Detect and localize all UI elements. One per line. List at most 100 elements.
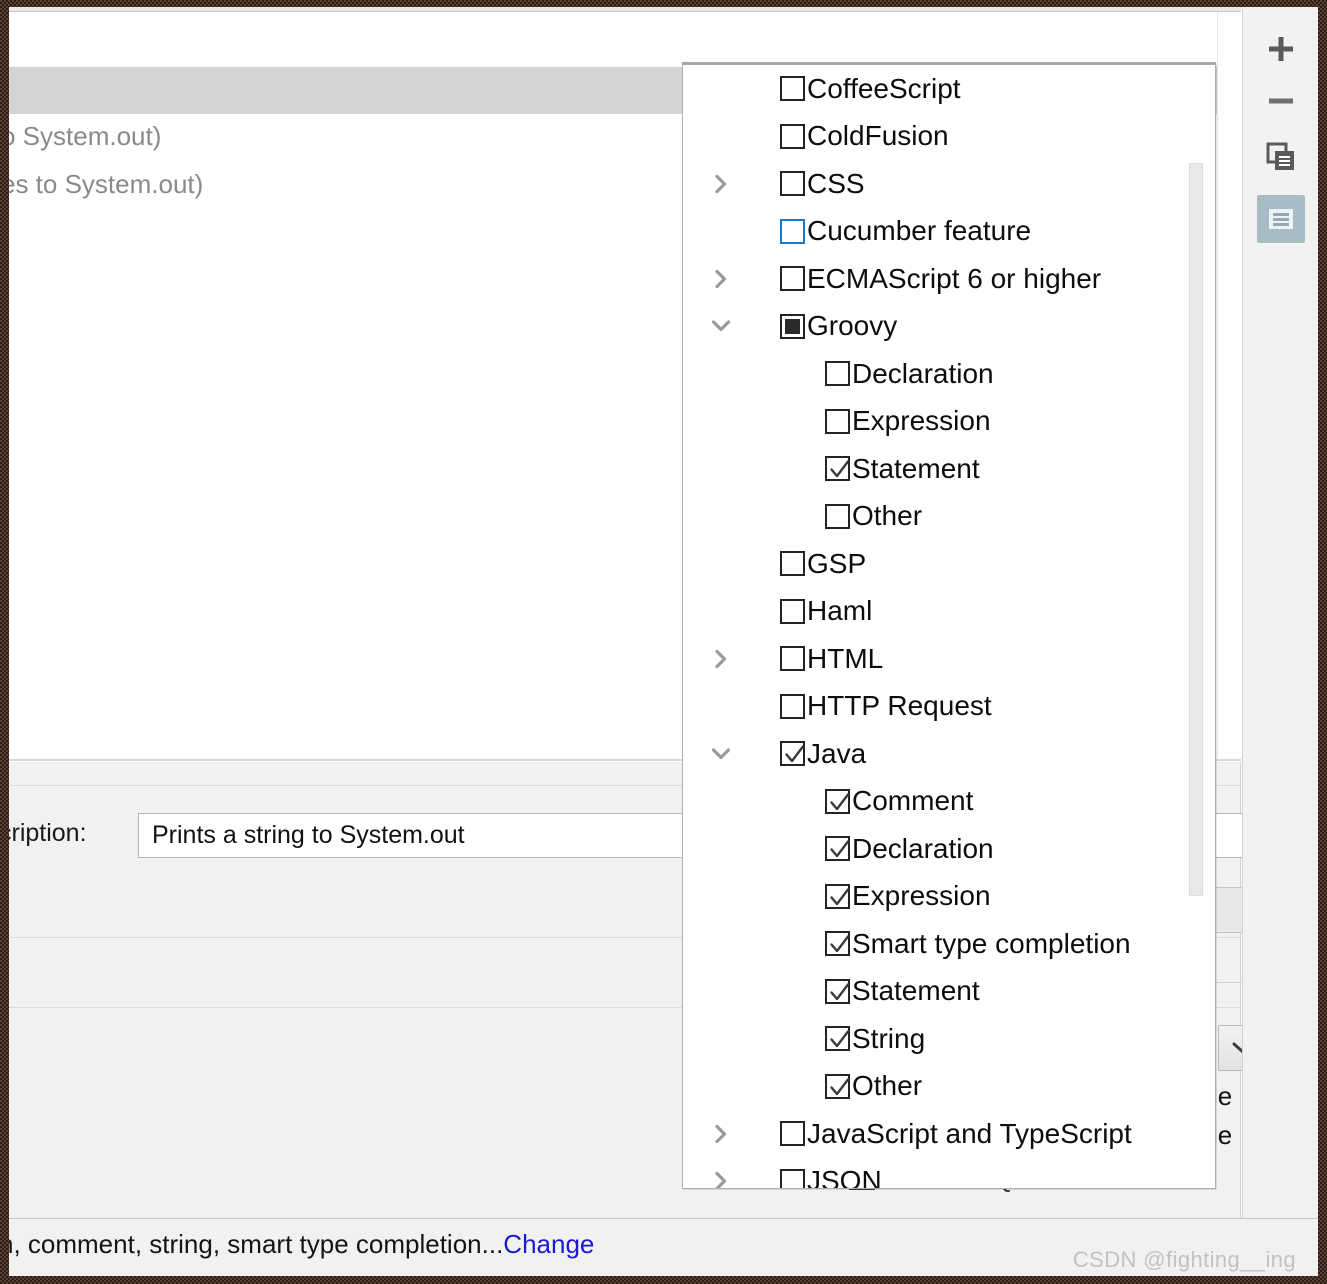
context-tree-row-label: GSP: [807, 547, 867, 579]
context-tree-row-label: Comment: [852, 785, 974, 817]
context-tree-row[interactable]: HTML: [683, 635, 1215, 683]
context-tree-row[interactable]: Other: [683, 1063, 1215, 1111]
copy-icon: [1265, 141, 1297, 173]
checkbox-icon[interactable]: [780, 313, 805, 339]
context-tree-row-label: ColdFusion: [807, 120, 949, 152]
context-tree-row[interactable]: ColdFusion: [683, 113, 1215, 161]
context-tree-row[interactable]: Statement: [683, 445, 1215, 493]
context-tree-row[interactable]: String: [683, 1015, 1215, 1063]
template-list-text-1: o System.out): [9, 121, 162, 151]
checkbox-icon[interactable]: [780, 218, 805, 244]
context-tree-row[interactable]: Statement: [683, 968, 1215, 1016]
context-tree-row-label: HTML: [807, 642, 884, 674]
checkbox-icon[interactable]: [825, 1026, 850, 1052]
context-tree-row[interactable]: CoffeeScript: [683, 65, 1215, 113]
checkbox-icon[interactable]: [780, 598, 805, 624]
context-tree-row-label: Smart type completion: [852, 927, 1131, 959]
context-tree-row-label: ECMAScript 6 or higher: [807, 262, 1102, 294]
context-tree-row[interactable]: HTTP Request: [683, 683, 1215, 731]
popup-scrollbar[interactable]: [1188, 66, 1214, 1186]
context-tree-row[interactable]: Cucumber feature: [683, 208, 1215, 256]
checkbox-icon[interactable]: [825, 408, 850, 434]
checkbox-icon[interactable]: [780, 693, 805, 719]
context-tree-row-label: JSON: [807, 1165, 882, 1189]
context-tree-row-label: Haml: [807, 595, 873, 627]
context-tree-row[interactable]: Java: [683, 730, 1215, 778]
context-tree-row-label: Statement: [852, 452, 980, 484]
context-tree-row[interactable]: CSS: [683, 160, 1215, 208]
applicable-contexts-popup[interactable]: CoffeeScript ColdFusion CSS Cucumber featur…: [682, 62, 1216, 1189]
list-icon: [1267, 207, 1295, 231]
context-tree-row-label: Declaration: [852, 357, 994, 389]
context-tree-row[interactable]: Declaration: [683, 825, 1215, 873]
context-tree-row[interactable]: Other: [683, 493, 1215, 541]
context-tree-row[interactable]: Groovy: [683, 303, 1215, 351]
context-tree-row[interactable]: Expression: [683, 398, 1215, 446]
description-label: cription:: [9, 819, 87, 847]
context-tree-row-label: Other: [852, 500, 923, 532]
context-tree-row-label: Expression: [852, 405, 991, 437]
checkbox-icon[interactable]: [825, 788, 850, 814]
watermark: CSDN @fighting__ing: [1072, 1247, 1296, 1272]
duplicate-template-button[interactable]: [1257, 133, 1305, 181]
context-tree-row[interactable]: ECMAScript 6 or higher: [683, 255, 1215, 303]
chevron-down-icon[interactable]: [708, 313, 734, 339]
checkbox-icon[interactable]: [825, 456, 850, 482]
summary-text: n, comment, string, smart type completio…: [9, 1229, 504, 1259]
context-tree-row[interactable]: JavaScript and TypeScript: [683, 1110, 1215, 1158]
context-tree-row-label: String: [852, 1022, 926, 1054]
checkbox-icon[interactable]: [780, 266, 805, 292]
context-tree-row-label: Groovy: [807, 310, 898, 342]
chevron-right-icon[interactable]: [708, 1168, 734, 1188]
checkbox-icon[interactable]: [780, 1121, 805, 1147]
context-tree-row-label: Statement: [852, 975, 980, 1007]
context-tree-row-label: Expression: [852, 880, 991, 912]
checkbox-icon[interactable]: [825, 883, 850, 909]
edit-variables-toolbar-button[interactable]: [1257, 195, 1305, 243]
add-template-button[interactable]: [1257, 25, 1305, 73]
change-link[interactable]: Change: [503, 1229, 594, 1259]
checkbox-icon[interactable]: [780, 76, 805, 102]
checkbox-icon[interactable]: [780, 741, 805, 767]
context-tree-row-label: Cucumber feature: [807, 215, 1032, 247]
chevron-right-icon[interactable]: [708, 266, 734, 292]
minus-icon: [1266, 86, 1296, 116]
checkbox-icon[interactable]: [780, 551, 805, 577]
checkbox-icon[interactable]: [780, 123, 805, 149]
context-tree-row[interactable]: Declaration: [683, 350, 1215, 398]
remove-template-button[interactable]: [1257, 77, 1305, 125]
context-tree-row[interactable]: Expression: [683, 873, 1215, 921]
chevron-right-icon[interactable]: [708, 171, 734, 197]
checkbox-icon[interactable]: [780, 1168, 805, 1188]
checkbox-icon[interactable]: [825, 836, 850, 862]
checkbox-icon[interactable]: [780, 171, 805, 197]
context-tree-list[interactable]: CoffeeScript ColdFusion CSS Cucumber featur…: [683, 65, 1215, 1189]
popup-scrollbar-thumb[interactable]: [1189, 163, 1203, 896]
context-tree-row[interactable]: GSP: [683, 540, 1215, 588]
window-frame-border: o System.out) es to System.out) cription…: [0, 0, 1327, 1284]
checkbox-icon[interactable]: [825, 503, 850, 529]
chevron-right-icon[interactable]: [708, 646, 734, 672]
context-tree-row-label: Other: [852, 1070, 923, 1102]
template-list-scrollbar[interactable]: [1217, 12, 1241, 757]
checkbox-icon[interactable]: [780, 646, 805, 672]
context-tree-row-label: HTTP Request: [807, 690, 992, 722]
window-content: o System.out) es to System.out) cription…: [9, 7, 1318, 1276]
applicable-contexts-summary: n, comment, string, smart type completio…: [9, 1229, 594, 1260]
chevron-right-icon[interactable]: [708, 1121, 734, 1147]
checkbox-icon[interactable]: [825, 1073, 850, 1099]
plus-icon: [1266, 34, 1296, 64]
context-tree-row[interactable]: Comment: [683, 778, 1215, 826]
templates-toolbar: [1242, 7, 1318, 1276]
context-tree-row[interactable]: JSON: [683, 1158, 1215, 1189]
context-tree-row[interactable]: Haml: [683, 588, 1215, 636]
context-tree-row[interactable]: Smart type completion: [683, 920, 1215, 968]
chevron-down-icon[interactable]: [708, 741, 734, 767]
checkbox-icon[interactable]: [825, 361, 850, 387]
context-tree-row-label: JavaScript and TypeScript: [807, 1117, 1132, 1149]
checkbox-icon[interactable]: [825, 931, 850, 957]
template-list-text-2: es to System.out): [9, 169, 204, 199]
context-tree-row-label: Java: [807, 737, 867, 769]
context-tree-row-label: CSS: [807, 167, 865, 199]
checkbox-icon[interactable]: [825, 978, 850, 1004]
